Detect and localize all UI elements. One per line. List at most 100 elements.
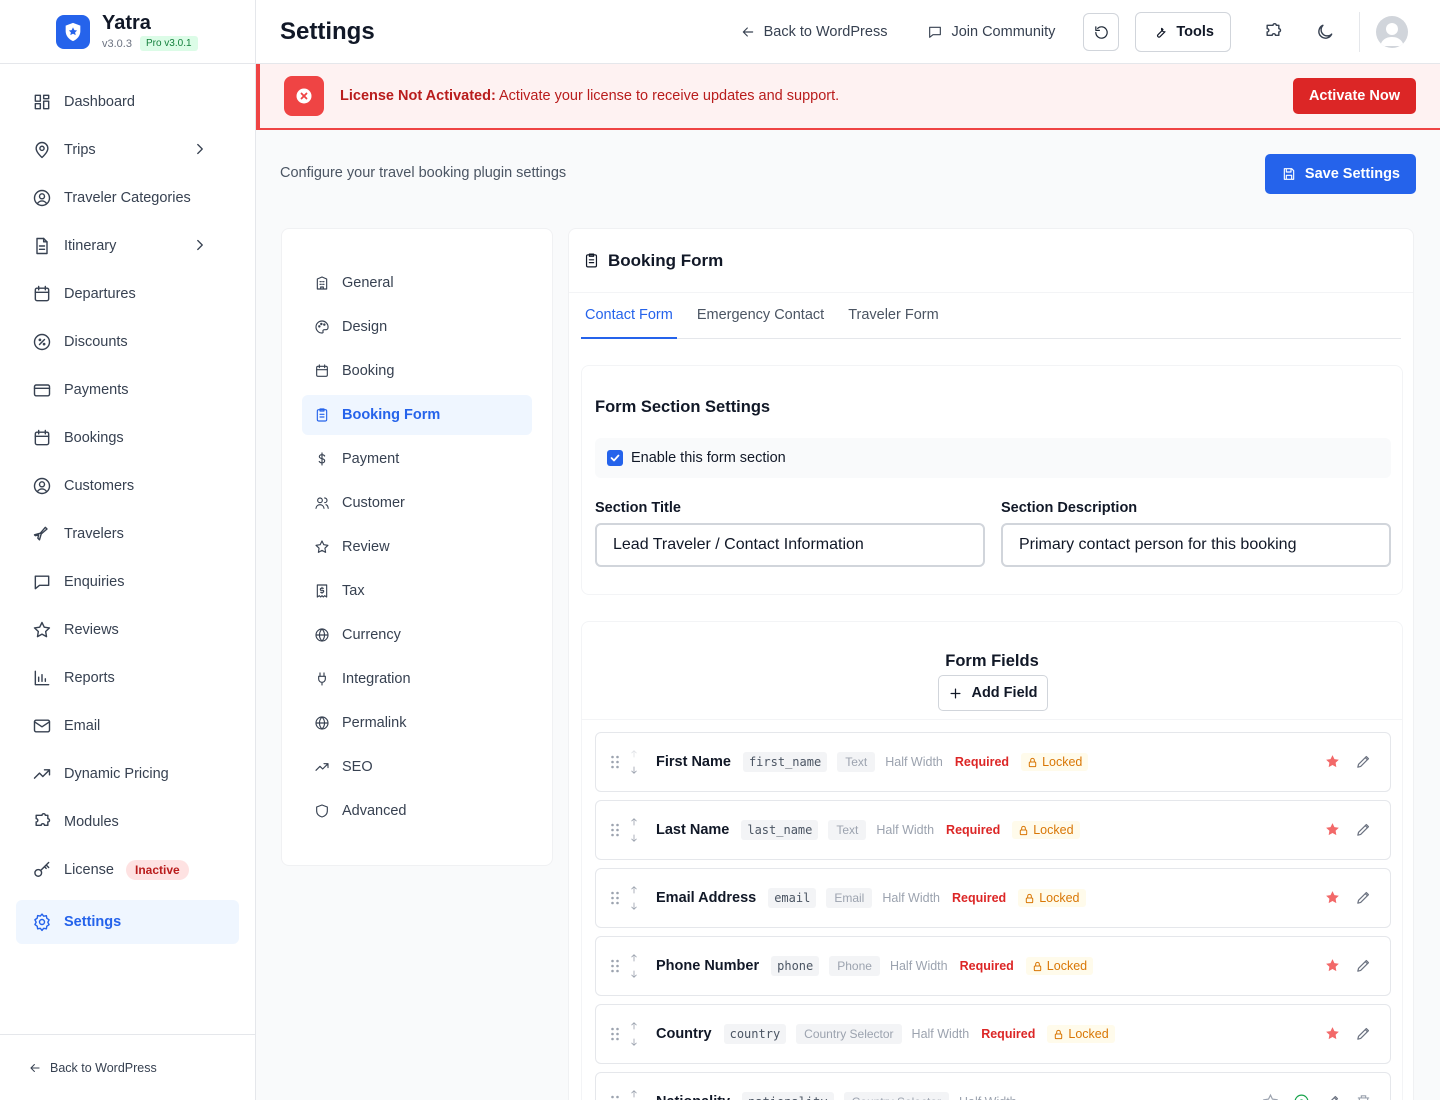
back-to-wordpress-button[interactable]: Back to WordPress [740, 24, 887, 40]
field-row-country[interactable]: Country country Country Selector Half Width… [595, 1004, 1391, 1064]
sidebar-item-bookings[interactable]: Bookings [0, 414, 255, 462]
sidebar-item-license[interactable]: License Inactive [0, 846, 255, 894]
field-type: Country Selector [843, 1092, 949, 1100]
settings-nav-integration[interactable]: Integration [302, 659, 532, 699]
refresh-icon [1095, 25, 1108, 39]
drag-handle-icon[interactable] [610, 958, 620, 974]
sidebar-item-reviews[interactable]: Reviews [0, 606, 255, 654]
tab-contact-form[interactable]: Contact Form [581, 305, 677, 339]
settings-nav-label: Permalink [342, 715, 407, 731]
section-description-input[interactable]: Primary contact person for this booking [1001, 523, 1391, 567]
drag-handle-icon[interactable] [610, 1026, 620, 1042]
field-key: first_name [742, 752, 828, 772]
sidebar-item-traveler-categories[interactable]: Traveler Categories [0, 174, 255, 222]
settings-nav-currency[interactable]: Currency [302, 615, 532, 655]
back-to-wordpress-link[interactable]: Back to WordPress [0, 1034, 255, 1100]
sidebar-item-customers[interactable]: Customers [0, 462, 255, 510]
tools-button[interactable]: Tools [1135, 12, 1231, 52]
settings-nav-payment[interactable]: Payment [302, 439, 532, 479]
sidebar-item-enquiries[interactable]: Enquiries [0, 558, 255, 606]
edit-pencil-icon[interactable] [1355, 957, 1372, 974]
settings-nav-seo[interactable]: SEO [302, 747, 532, 787]
settings-nav-customer[interactable]: Customer [302, 483, 532, 523]
sidebar-item-dynamic-pricing[interactable]: Dynamic Pricing [0, 750, 255, 798]
sidebar-item-dashboard[interactable]: Dashboard [0, 78, 255, 126]
add-field-button[interactable]: Add Field [938, 675, 1048, 711]
move-up-icon[interactable] [629, 953, 639, 963]
move-down-icon[interactable] [629, 833, 639, 843]
brand-name: Yatra [102, 12, 151, 34]
edit-pencil-icon[interactable] [1324, 1093, 1341, 1100]
star-filled-icon[interactable] [1324, 753, 1341, 770]
edit-pencil-icon[interactable] [1355, 889, 1372, 906]
modules-button[interactable] [1263, 22, 1283, 42]
edit-pencil-icon[interactable] [1355, 1025, 1372, 1042]
dark-mode-toggle[interactable] [1315, 22, 1335, 42]
sidebar-item-discounts[interactable]: Discounts [0, 318, 255, 366]
sidebar-item-payments[interactable]: Payments [0, 366, 255, 414]
sidebar-item-label: Settings [64, 914, 122, 930]
settings-nav-label: Booking Form [342, 407, 441, 423]
sidebar-item-trips[interactable]: Trips [0, 126, 255, 174]
move-up-icon[interactable] [629, 1021, 639, 1031]
move-down-icon[interactable] [629, 1037, 639, 1047]
sidebar-item-settings[interactable]: Settings [16, 900, 239, 944]
field-row-email[interactable]: Email Address email Email Half Width Require… [595, 868, 1391, 928]
move-down-icon[interactable] [629, 765, 639, 775]
brand[interactable]: Yatra v3.0.3 Pro v3.0.1 [0, 0, 255, 64]
sidebar-item-departures[interactable]: Departures [0, 270, 255, 318]
move-up-icon[interactable] [629, 1089, 639, 1099]
sidebar-item-itinerary[interactable]: Itinerary [0, 222, 255, 270]
visibility-icon[interactable] [1293, 1093, 1310, 1100]
enable-section-checkbox[interactable] [607, 450, 623, 466]
sidebar-item-reports[interactable]: Reports [0, 654, 255, 702]
activate-now-button[interactable]: Activate Now [1292, 78, 1416, 114]
tab-traveler-form[interactable]: Traveler Form [844, 305, 943, 339]
move-up-icon[interactable] [629, 885, 639, 895]
star-outline-icon[interactable] [1262, 1093, 1279, 1100]
settings-nav-advanced[interactable]: Advanced [302, 791, 532, 831]
save-settings-label: Save Settings [1304, 166, 1400, 182]
star-filled-icon[interactable] [1324, 957, 1341, 974]
drag-handle-icon[interactable] [610, 754, 620, 770]
field-row-last-name[interactable]: Last Name last_name Text Half Width Required… [595, 800, 1391, 860]
star-filled-icon[interactable] [1324, 889, 1341, 906]
settings-nav-review[interactable]: Review [302, 527, 532, 567]
settings-nav-design[interactable]: Design [302, 307, 532, 347]
refresh-button[interactable] [1083, 13, 1120, 51]
settings-nav-general[interactable]: General [302, 263, 532, 303]
field-name: First Name [656, 754, 731, 770]
sidebar-item-modules[interactable]: Modules [0, 798, 255, 846]
join-community-button[interactable]: Join Community [927, 24, 1055, 40]
field-row-first-name[interactable]: First Name first_name Text Half Width Requir… [595, 732, 1391, 792]
settings-nav-permalink[interactable]: Permalink [302, 703, 532, 743]
chevron-right-icon[interactable] [191, 140, 209, 158]
drag-handle-icon[interactable] [610, 822, 620, 838]
trash-icon[interactable] [1355, 1093, 1372, 1100]
chevron-right-icon[interactable] [191, 236, 209, 254]
move-up-icon[interactable] [629, 817, 639, 827]
sidebar-item-travelers[interactable]: Travelers [0, 510, 255, 558]
settings-nav-tax[interactable]: Tax [302, 571, 532, 611]
edit-pencil-icon[interactable] [1355, 821, 1372, 838]
settings-nav-booking[interactable]: Booking [302, 351, 532, 391]
locked-label: Locked [1046, 959, 1088, 973]
enable-section-row[interactable]: Enable this form section [595, 438, 1391, 478]
field-row-nationality[interactable]: Nationality nationality Country Selector Ha… [595, 1072, 1391, 1100]
star-filled-icon[interactable] [1324, 1025, 1341, 1042]
save-settings-button[interactable]: Save Settings [1264, 154, 1416, 194]
edit-pencil-icon[interactable] [1355, 753, 1372, 770]
section-title-input[interactable]: Lead Traveler / Contact Information [595, 523, 985, 567]
star-filled-icon[interactable] [1324, 821, 1341, 838]
field-row-phone[interactable]: Phone Number phone Phone Half Width Required… [595, 936, 1391, 996]
drag-handle-icon[interactable] [610, 890, 620, 906]
drag-handle-icon[interactable] [610, 1094, 620, 1100]
settings-nav-label: General [342, 275, 394, 291]
avatar[interactable] [1376, 16, 1408, 48]
settings-nav-booking-form[interactable]: Booking Form [302, 395, 532, 435]
move-down-icon[interactable] [629, 901, 639, 911]
tab-emergency-contact[interactable]: Emergency Contact [693, 305, 828, 339]
move-up-icon[interactable] [629, 749, 639, 759]
move-down-icon[interactable] [629, 969, 639, 979]
sidebar-item-email[interactable]: Email [0, 702, 255, 750]
